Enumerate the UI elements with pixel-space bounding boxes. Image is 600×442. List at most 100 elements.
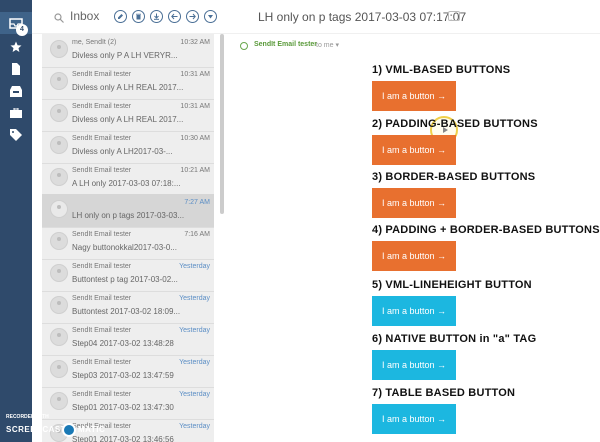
compose-icon[interactable] <box>114 10 127 23</box>
message-time: 10:31 AM <box>180 71 210 78</box>
header-bar: Inbox LH only on p tags 2017-03-03 07:17… <box>32 0 600 34</box>
message-preview: LH only on p tags 2017-03-03... <box>72 211 185 220</box>
download-icon[interactable] <box>150 10 163 23</box>
message-sender: SendIt Email tester <box>72 263 132 270</box>
message-preview: Step01 2017-03-02 13:47:30 <box>72 403 174 412</box>
watermark-logo-icon <box>62 423 76 437</box>
avatar <box>50 360 68 378</box>
message-preview: Nagy buttonokkal2017-03-0... <box>72 243 177 252</box>
forward-icon[interactable] <box>186 10 199 23</box>
email-subject: LH only on p tags 2017-03-03 07:17:07 <box>258 10 467 24</box>
message-list-item[interactable]: SendIt Email tester Yesterday Buttontest 2… <box>42 290 214 324</box>
demo-button[interactable]: I am a button → <box>372 241 456 271</box>
message-time: 10:31 AM <box>180 103 210 110</box>
demo-button[interactable]: I am a button → <box>372 188 456 218</box>
message-sender: me, SendIt (2) <box>72 39 117 46</box>
message-sender: SendIt Email tester <box>72 295 132 302</box>
message-time: Yesterday <box>179 423 210 430</box>
message-time: Yesterday <box>179 327 210 334</box>
demo-button[interactable]: I am a button → <box>372 81 456 111</box>
subject-action-icon[interactable] <box>448 11 460 21</box>
message-list: me, SendIt (2) 10:32 AM Divless only P A L… <box>42 34 214 442</box>
section-heading: 2) PADDING-BASED BUTTONS <box>372 118 538 130</box>
message-list-item[interactable]: SendIt Email tester 10:21 AM A LH only 201… <box>42 162 214 196</box>
inbox-icon[interactable]: 4 <box>0 12 32 36</box>
message-preview: Divless only P A LH VERYR... <box>72 51 178 60</box>
section-heading: 4) PADDING + BORDER-BASED BUTTONS <box>372 224 600 236</box>
section-heading: 1) VML-BASED BUTTONS <box>372 64 511 76</box>
more-dropdown-icon[interactable] <box>204 10 217 23</box>
message-list-item[interactable]: 7:27 AM LH only on p tags 2017-03-03... <box>42 194 214 228</box>
avatar <box>50 168 68 186</box>
section-heading: 6) NATIVE BUTTON in "a" TAG <box>372 333 537 345</box>
reply-icon[interactable] <box>168 10 181 23</box>
recorder-watermark: RECORDED WITH SCREENCAST MATIC <box>4 412 114 440</box>
message-time: Yesterday <box>179 295 210 302</box>
sender-name[interactable]: SendIt Email tester <box>254 41 317 48</box>
archive-icon[interactable] <box>0 80 32 102</box>
section-heading: 3) BORDER-BASED BUTTONS <box>372 171 536 183</box>
message-preview: Step04 2017-03-02 13:48:28 <box>72 339 174 348</box>
unread-badge: 4 <box>16 24 28 36</box>
message-preview: A LH only 2017-03-03 07:18:... <box>72 179 181 188</box>
message-list-item[interactable]: SendIt Email tester 10:30 AM Divless only … <box>42 130 214 164</box>
message-time: Yesterday <box>179 359 210 366</box>
message-sender: SendIt Email tester <box>72 71 132 78</box>
section-heading: 7) TABLE BASED BUTTON <box>372 387 516 399</box>
reading-pane: SendIt Email tester to me ▾ 1) VML-BASED… <box>224 34 600 442</box>
app-rail: 4 <box>0 0 32 442</box>
demo-button[interactable]: I am a button → <box>372 135 456 165</box>
message-list-item[interactable]: SendIt Email tester 7:16 AM Nagy buttonokk… <box>42 226 214 260</box>
message-time: 7:16 AM <box>184 231 210 238</box>
message-list-item[interactable]: SendIt Email tester 10:31 AM Divless only … <box>42 66 214 100</box>
message-list-item[interactable]: me, SendIt (2) 10:32 AM Divless only P A L… <box>42 34 214 68</box>
message-list-item[interactable]: SendIt Email tester Yesterday Buttontest p… <box>42 258 214 292</box>
demo-button[interactable]: I am a button → <box>372 296 456 326</box>
avatar <box>50 264 68 282</box>
message-time: Yesterday <box>179 391 210 398</box>
avatar <box>50 296 68 314</box>
message-list-item[interactable]: SendIt Email tester 10:31 AM Divless only … <box>42 98 214 132</box>
trash-icon[interactable] <box>132 10 145 23</box>
message-preview: Buttontest p tag 2017-03-02... <box>72 275 178 284</box>
message-time: 10:30 AM <box>180 135 210 142</box>
tag-icon[interactable] <box>0 124 32 146</box>
sender-avatar-icon <box>240 42 248 50</box>
message-preview: Buttontest 2017-03-02 18:09... <box>72 307 181 316</box>
message-sender: SendIt Email tester <box>72 359 132 366</box>
message-sender: SendIt Email tester <box>72 167 132 174</box>
demo-button[interactable]: I am a button → <box>372 350 456 380</box>
watermark-brand-suffix: MATIC <box>78 425 106 434</box>
avatar <box>50 136 68 154</box>
watermark-line1: RECORDED WITH <box>6 414 49 420</box>
avatar <box>50 72 68 90</box>
avatar <box>50 392 68 410</box>
message-time: Yesterday <box>179 263 210 270</box>
search-icon[interactable] <box>54 10 64 28</box>
recipient-dropdown[interactable]: to me ▾ <box>316 41 339 49</box>
section-heading: 5) VML-LINEHEIGHT BUTTON <box>372 279 532 291</box>
message-sender: SendIt Email tester <box>72 231 132 238</box>
document-icon[interactable] <box>0 58 32 80</box>
message-sender: SendIt Email tester <box>72 135 132 142</box>
message-preview: Divless only A LH REAL 2017... <box>72 83 184 92</box>
message-preview: Divless only A LH REAL 2017... <box>72 115 184 124</box>
folder-title: Inbox <box>70 9 100 23</box>
avatar <box>50 328 68 346</box>
briefcase-icon[interactable] <box>0 102 32 124</box>
message-preview: Divless only A LH2017-03-... <box>72 147 173 156</box>
message-sender: SendIt Email tester <box>72 391 132 398</box>
avatar <box>50 40 68 58</box>
avatar <box>50 104 68 122</box>
message-sender: SendIt Email tester <box>72 103 132 110</box>
message-sender: SendIt Email tester <box>72 327 132 334</box>
message-list-item[interactable]: SendIt Email tester Yesterday Step04 2017-… <box>42 322 214 356</box>
message-list-item[interactable]: SendIt Email tester Yesterday Step03 2017-… <box>42 354 214 388</box>
message-time: 10:32 AM <box>180 39 210 46</box>
message-time: 7:27 AM <box>184 199 210 206</box>
watermark-brand: SCREENCAST <box>6 425 67 434</box>
demo-button[interactable]: I am a button → <box>372 404 456 434</box>
star-icon[interactable] <box>0 36 32 58</box>
avatar <box>50 232 68 250</box>
message-time: 10:21 AM <box>180 167 210 174</box>
